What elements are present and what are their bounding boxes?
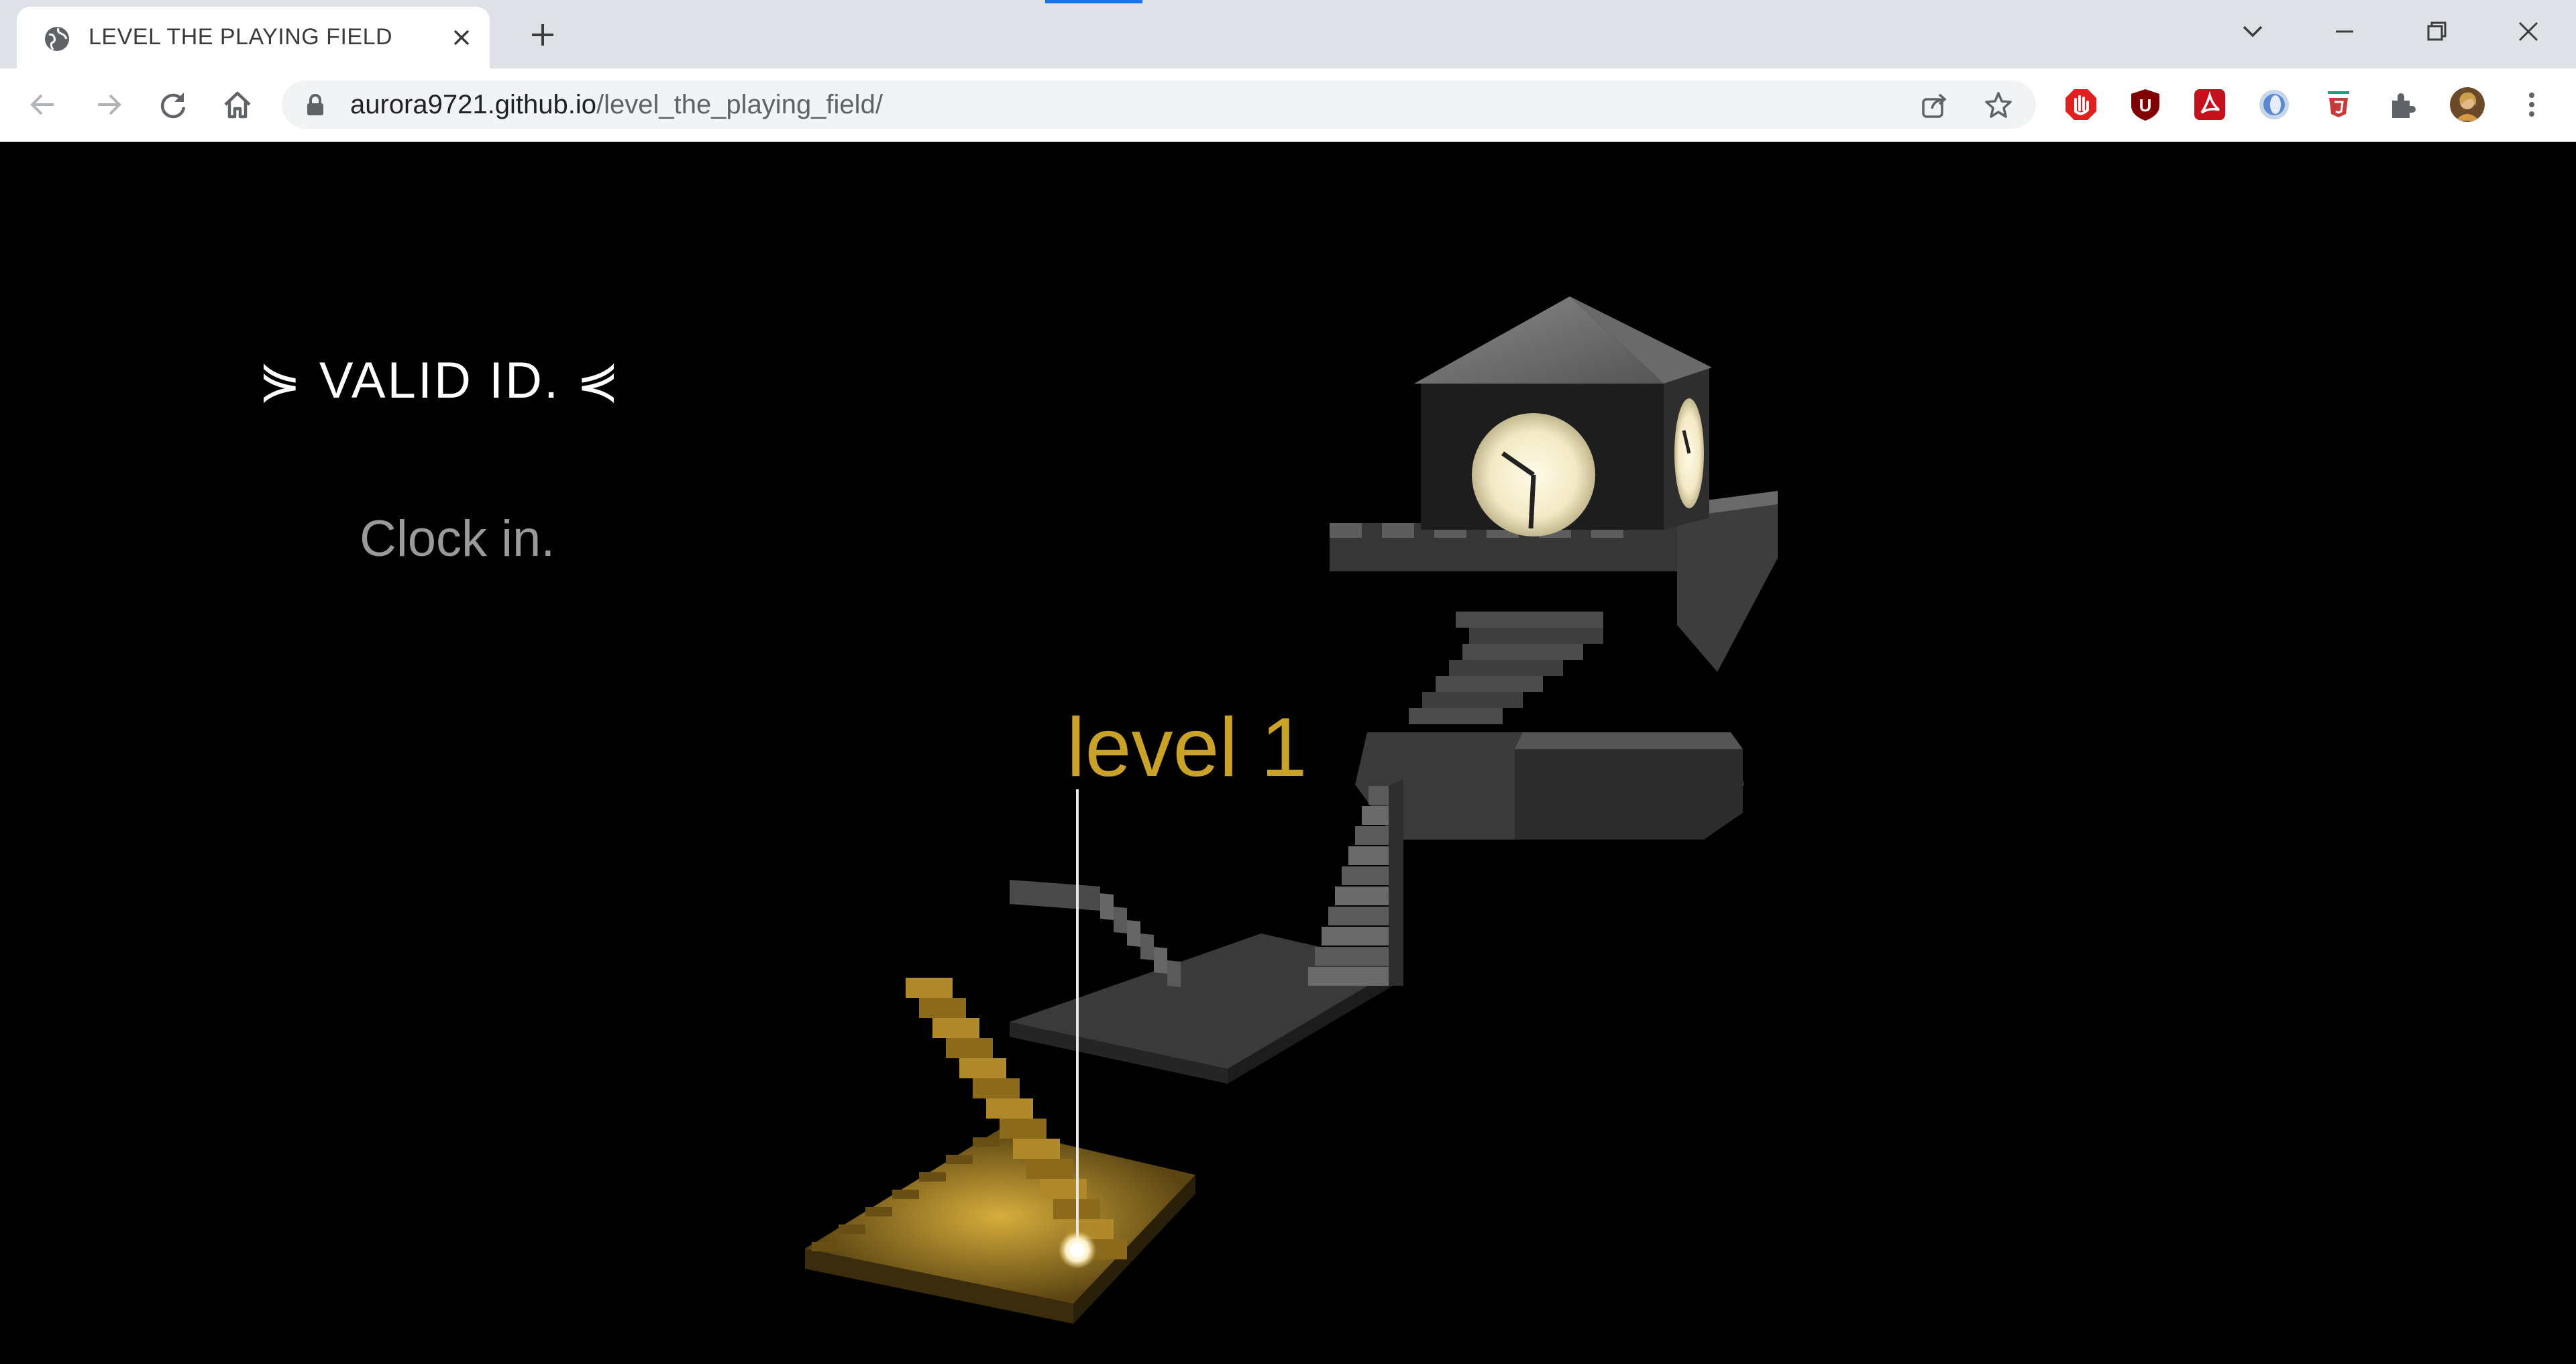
circle-extension-icon[interactable] (2257, 87, 2292, 122)
share-icon[interactable] (1919, 90, 1949, 121)
minimize-icon[interactable] (2328, 15, 2361, 48)
menu-icon[interactable] (2514, 87, 2549, 122)
shield-extension-icon[interactable] (2321, 87, 2356, 122)
url-host: aurora9721.github.io (350, 90, 596, 119)
middle-stairs-left (1010, 880, 1181, 987)
url-path: /level_the_playing_field/ (596, 90, 883, 119)
active-tab[interactable]: LEVEL THE PLAYING FIELD (17, 7, 490, 68)
pdf-extension-icon[interactable] (2192, 87, 2227, 122)
level-marker-dot[interactable] (1070, 1243, 1085, 1257)
plus-icon[interactable] (527, 19, 559, 51)
ublock-extension-icon[interactable]: U (2128, 87, 2163, 122)
middle-platform (1010, 779, 1403, 1084)
tab-strip: LEVEL THE PLAYING FIELD (0, 0, 2576, 68)
heading-right-glyph: ⋞ (576, 352, 621, 409)
tower-stairs (1409, 612, 1603, 724)
middle-stairs-right (1308, 779, 1403, 986)
game-canvas[interactable]: ⋟ VALID ID. ⋞ Clock in. level 1 (0, 142, 2576, 1364)
heading-text: VALID ID. (319, 352, 561, 409)
back-icon[interactable] (24, 86, 62, 123)
star-icon[interactable] (1983, 90, 2014, 121)
forward-icon[interactable] (90, 86, 127, 123)
heading-left-glyph: ⋟ (258, 352, 303, 409)
clock-tower (1330, 296, 1778, 840)
window-close-icon[interactable] (2512, 15, 2545, 48)
reload-icon[interactable] (154, 86, 192, 123)
browser-toolbar: aurora9721.github.io/level_the_playing_f… (0, 68, 2576, 142)
address-bar[interactable]: aurora9721.github.io/level_the_playing_f… (282, 80, 2036, 129)
chevron-down-icon[interactable] (2236, 15, 2269, 48)
restore-icon[interactable] (2420, 15, 2453, 48)
close-icon[interactable] (448, 24, 475, 51)
svg-text:U: U (2139, 95, 2152, 115)
page-heading: ⋟ VALID ID. ⋞ (258, 350, 621, 410)
tab-title: LEVEL THE PLAYING FIELD (89, 24, 393, 50)
globe-icon (45, 27, 69, 51)
url-text[interactable]: aurora9721.github.io/level_the_playing_f… (350, 90, 883, 120)
level-label[interactable]: level 1 (1067, 700, 1307, 795)
avatar[interactable] (2450, 87, 2485, 122)
home-icon[interactable] (219, 86, 256, 123)
adblock-extension-icon[interactable] (2063, 87, 2098, 122)
lock-icon[interactable] (305, 94, 326, 117)
loading-indicator (1045, 0, 1142, 3)
extensions-icon[interactable] (2385, 87, 2420, 122)
clock-in-subtitle: Clock in. (360, 510, 555, 567)
